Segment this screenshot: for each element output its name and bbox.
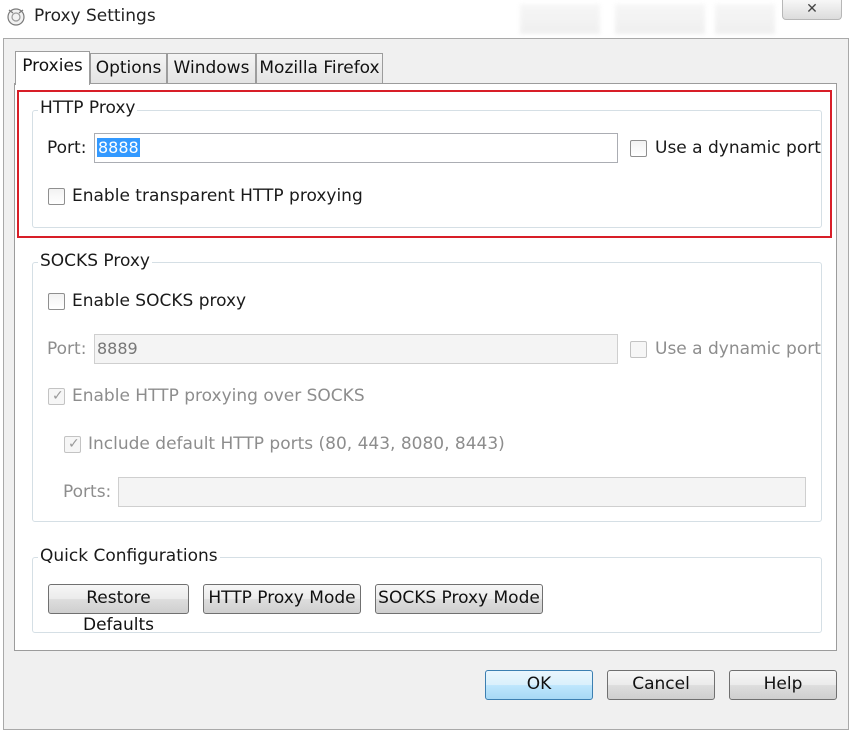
tab-label: Windows (173, 58, 250, 78)
http-port-value: 8888 (97, 138, 140, 157)
socks-port-value: 8889 (97, 339, 138, 358)
fiddler-icon (6, 6, 26, 28)
ports-label: Ports: (63, 482, 112, 502)
checkmark-icon: ✓ (68, 436, 80, 452)
socks-dynamic-port-checkbox[interactable] (630, 341, 647, 358)
ports-input[interactable] (118, 477, 806, 507)
tab-options[interactable]: Options (90, 53, 167, 83)
close-button[interactable]: ✕ (782, 0, 842, 20)
http-proxy-title: HTTP Proxy (38, 98, 138, 118)
http-port-label: Port: (47, 138, 87, 158)
http-dynamic-port-label[interactable]: Use a dynamic port (655, 138, 821, 158)
cancel-button[interactable]: Cancel (607, 670, 715, 700)
socks-proxy-title: SOCKS Proxy (38, 251, 152, 271)
tab-label: Options (95, 58, 162, 78)
socks-port-label: Port: (47, 339, 87, 359)
http-port-input[interactable]: 8888 (94, 133, 618, 163)
default-ports-label[interactable]: Include default HTTP ports (80, 443, 808… (88, 434, 505, 454)
tab-windows[interactable]: Windows (167, 53, 256, 83)
title-bar[interactable]: Proxy Settings ✕ (0, 0, 850, 36)
default-ports-checkbox[interactable]: ✓ (64, 436, 81, 453)
tab-proxies[interactable]: Proxies (15, 51, 90, 85)
background-blur (520, 4, 600, 34)
help-button[interactable]: Help (729, 670, 837, 700)
ok-button[interactable]: OK (485, 670, 593, 700)
background-blur (615, 4, 705, 34)
http-dynamic-port-checkbox[interactable] (630, 140, 647, 157)
proxy-settings-window: Proxy Settings ✕ Proxies Options Windows… (0, 0, 850, 731)
enable-socks-checkbox[interactable] (48, 293, 65, 310)
http-over-socks-checkbox[interactable]: ✓ (48, 388, 65, 405)
http-over-socks-label[interactable]: Enable HTTP proxying over SOCKS (72, 386, 365, 406)
transparent-proxying-checkbox[interactable] (48, 188, 65, 205)
socks-dynamic-port-label[interactable]: Use a dynamic port (655, 339, 821, 359)
divider (3, 38, 849, 39)
tab-label: Proxies (22, 56, 83, 76)
close-icon: ✕ (806, 1, 818, 17)
socks-port-input[interactable]: 8889 (94, 334, 618, 364)
window-title: Proxy Settings (34, 6, 156, 26)
checkmark-icon: ✓ (52, 388, 64, 404)
tab-label: Mozilla Firefox (259, 58, 380, 78)
background-blur (715, 4, 775, 34)
restore-defaults-button[interactable]: Restore Defaults (48, 584, 189, 635)
socks-proxy-mode-button[interactable]: SOCKS Proxy Mode (375, 584, 543, 614)
http-proxy-mode-button[interactable]: HTTP Proxy Mode (203, 584, 361, 614)
transparent-proxying-label[interactable]: Enable transparent HTTP proxying (72, 186, 363, 206)
tab-mozilla-firefox[interactable]: Mozilla Firefox (256, 53, 383, 83)
quick-config-title: Quick Configurations (38, 546, 220, 566)
http-proxy-group (32, 110, 822, 228)
enable-socks-label[interactable]: Enable SOCKS proxy (72, 291, 246, 311)
